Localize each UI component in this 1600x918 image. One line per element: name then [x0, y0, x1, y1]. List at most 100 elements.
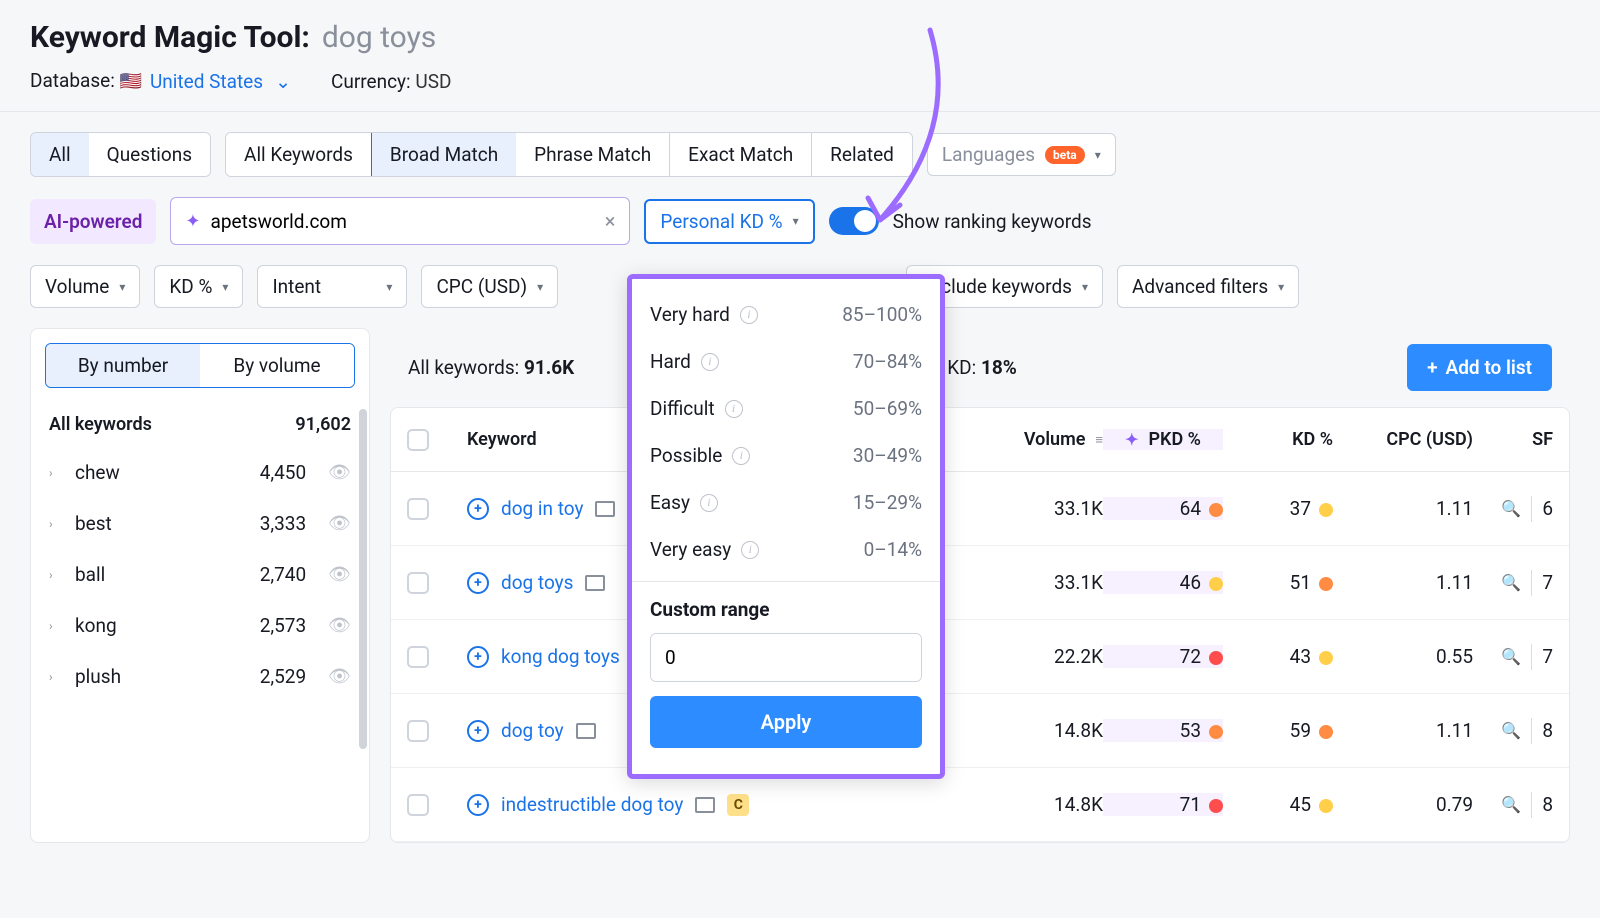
- sf-value: 7: [1542, 645, 1553, 668]
- col-sf[interactable]: SF: [1473, 429, 1553, 450]
- info-icon[interactable]: i: [741, 541, 759, 559]
- domain-input-wrapper: ✦ ×: [170, 197, 630, 245]
- serp-features-icon[interactable]: 🔍: [1501, 795, 1521, 814]
- keyword-link[interactable]: dog toys: [501, 571, 573, 594]
- row-checkbox[interactable]: [407, 572, 429, 594]
- difficulty-dot: [1209, 503, 1223, 517]
- ai-powered-badge: AI-powered: [30, 199, 156, 244]
- difficulty-label: Very easy: [650, 538, 731, 561]
- info-icon[interactable]: i: [701, 353, 719, 371]
- eye-icon[interactable]: 👁: [328, 564, 351, 585]
- serp-icon[interactable]: [695, 797, 715, 813]
- sidebar-item[interactable]: ›plush2,529👁: [37, 651, 363, 702]
- eye-icon[interactable]: 👁: [328, 666, 351, 687]
- show-ranking-label: Show ranking keywords: [893, 210, 1092, 233]
- difficulty-label: Easy: [650, 491, 690, 514]
- sidebar-item[interactable]: ›chew4,450👁: [37, 447, 363, 498]
- add-keyword-icon[interactable]: +: [467, 794, 489, 816]
- col-cpc[interactable]: CPC (USD): [1333, 429, 1473, 450]
- personal-kd-filter[interactable]: Personal KD % ▾: [644, 199, 814, 244]
- tab-related[interactable]: Related: [812, 133, 912, 176]
- difficulty-option[interactable]: Possiblei30–49%: [632, 432, 940, 479]
- select-all-checkbox[interactable]: [407, 429, 429, 451]
- database-label: Database:: [30, 69, 115, 92]
- cpc-value: 0.55: [1333, 645, 1473, 668]
- sidebar-item-name: best: [75, 512, 246, 535]
- cpc-filter[interactable]: CPC (USD)▾: [421, 265, 558, 308]
- chevron-down-icon: ▾: [793, 214, 799, 228]
- difficulty-range: 50–69%: [853, 397, 922, 420]
- sidebar-item[interactable]: ›best3,333👁: [37, 498, 363, 549]
- clear-icon[interactable]: ×: [605, 209, 616, 233]
- eye-icon[interactable]: 👁: [328, 462, 351, 483]
- row-checkbox[interactable]: [407, 720, 429, 742]
- advanced-filters[interactable]: Advanced filters▾: [1117, 265, 1299, 308]
- sidebar-tab-by-number[interactable]: By number: [46, 344, 200, 387]
- difficulty-range: 70–84%: [853, 350, 922, 373]
- domain-input[interactable]: [210, 210, 604, 233]
- kd-value: 45: [1223, 793, 1333, 816]
- tab-questions[interactable]: Questions: [89, 133, 210, 176]
- difficulty-option[interactable]: Very hardi85–100%: [632, 291, 940, 338]
- serp-features-icon[interactable]: 🔍: [1501, 499, 1521, 518]
- show-ranking-toggle[interactable]: [829, 207, 879, 235]
- sidebar-tab-by-volume[interactable]: By volume: [200, 344, 354, 387]
- difficulty-option[interactable]: Very easy i 0–14%: [632, 526, 940, 573]
- difficulty-option[interactable]: Hardi70–84%: [632, 338, 940, 385]
- keyword-link[interactable]: indestructible dog toy: [501, 793, 683, 816]
- volume-value: 33.1K: [993, 497, 1103, 520]
- info-icon[interactable]: i: [732, 447, 750, 465]
- difficulty-option[interactable]: Difficulti50–69%: [632, 385, 940, 432]
- serp-features-icon[interactable]: 🔍: [1501, 573, 1521, 592]
- tab-all-keywords[interactable]: All Keywords: [226, 133, 372, 176]
- difficulty-dot: [1209, 651, 1223, 665]
- cpc-value: 1.11: [1333, 571, 1473, 594]
- sidebar-item[interactable]: ›ball2,740👁: [37, 549, 363, 600]
- eye-icon[interactable]: 👁: [328, 615, 351, 636]
- kd-filter[interactable]: KD %▾: [154, 265, 243, 308]
- add-keyword-icon[interactable]: +: [467, 646, 489, 668]
- tab-all[interactable]: All: [30, 132, 90, 177]
- keyword-link[interactable]: dog in toy: [501, 497, 583, 520]
- serp-features-icon[interactable]: 🔍: [1501, 647, 1521, 666]
- info-icon[interactable]: i: [740, 306, 758, 324]
- col-pkd[interactable]: ✦PKD %: [1103, 429, 1223, 450]
- custom-range-from[interactable]: [651, 634, 922, 681]
- add-keyword-icon[interactable]: +: [467, 498, 489, 520]
- volume-filter[interactable]: Volume▾: [30, 265, 140, 308]
- database-selector[interactable]: 🇺🇸 United States ⌄: [120, 70, 291, 93]
- add-keyword-icon[interactable]: +: [467, 720, 489, 742]
- info-icon[interactable]: i: [725, 400, 743, 418]
- chevron-down-icon: ⌄: [275, 70, 291, 93]
- row-checkbox[interactable]: [407, 646, 429, 668]
- col-volume[interactable]: Volume≡: [993, 429, 1103, 450]
- difficulty-option[interactable]: Easyi15–29%: [632, 479, 940, 526]
- keyword-link[interactable]: kong dog toys: [501, 645, 620, 668]
- info-icon[interactable]: i: [700, 494, 718, 512]
- serp-icon[interactable]: [576, 723, 596, 739]
- difficulty-range: 0–14%: [864, 538, 922, 561]
- tab-phrase-match[interactable]: Phrase Match: [516, 133, 670, 176]
- pkd-value: 53: [1103, 719, 1223, 742]
- pkd-value: 64: [1103, 497, 1223, 520]
- sidebar-item[interactable]: ›kong2,573👁: [37, 600, 363, 651]
- eye-icon[interactable]: 👁: [328, 513, 351, 534]
- tab-exact-match[interactable]: Exact Match: [670, 133, 812, 176]
- row-checkbox[interactable]: [407, 794, 429, 816]
- add-keyword-icon[interactable]: +: [467, 572, 489, 594]
- serp-icon[interactable]: [585, 575, 605, 591]
- intent-filter[interactable]: Intent▾: [257, 265, 407, 308]
- col-kd[interactable]: KD %: [1223, 429, 1333, 450]
- apply-button[interactable]: Apply: [650, 696, 922, 748]
- languages-filter[interactable]: Languages beta ▾: [927, 133, 1116, 176]
- chevron-right-icon: ›: [49, 670, 61, 684]
- kd-value: 59: [1223, 719, 1333, 742]
- serp-features-icon[interactable]: 🔍: [1501, 721, 1521, 740]
- keyword-link[interactable]: dog toy: [501, 719, 564, 742]
- row-checkbox[interactable]: [407, 498, 429, 520]
- add-to-list-button[interactable]: +Add to list: [1407, 344, 1552, 391]
- sidebar-scrollbar[interactable]: [359, 409, 367, 749]
- cpc-value: 1.11: [1333, 497, 1473, 520]
- tab-broad-match[interactable]: Broad Match: [371, 132, 517, 177]
- serp-icon[interactable]: [595, 501, 615, 517]
